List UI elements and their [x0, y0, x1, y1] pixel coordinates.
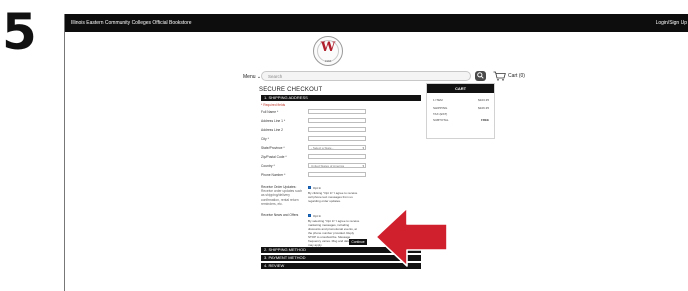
zip-input[interactable]	[308, 154, 366, 159]
cart-row-label: TAX (EST)	[433, 112, 448, 116]
college-logo[interactable]: W 1966	[313, 36, 343, 66]
cart-row-label: SUBTOTAL	[433, 118, 449, 122]
field-label: Phone Number *	[261, 173, 286, 177]
order-updates-description: By clicking "Opt In" I agree to receive …	[308, 191, 358, 203]
section-shipping-address[interactable]: 1. SHIPPING ADDRESS	[261, 95, 421, 101]
top-bar: Illinois Eastern Community Colleges Offi…	[65, 14, 688, 32]
step-number: 5	[2, 3, 37, 61]
logo-letter: W	[320, 40, 336, 55]
browser-screenshot: Illinois Eastern Community Colleges Offi…	[64, 14, 688, 291]
order-updates-optin-label: Opt In	[313, 186, 322, 190]
cart-label: Cart (0)	[508, 73, 525, 79]
login-link[interactable]: Login/Sign Up	[656, 20, 687, 26]
news-offers-optin-label: Opt In	[313, 214, 322, 218]
chevron-down-icon: ▾	[362, 146, 364, 150]
cart-row-value: FREE	[480, 118, 489, 122]
order-updates-checkbox[interactable]	[308, 186, 311, 189]
order-updates-sublabel: Receive order updates such as shipping/d…	[261, 189, 303, 206]
store-name[interactable]: Illinois Eastern Community Colleges Offi…	[71, 20, 192, 26]
address-line-2-input[interactable]	[308, 127, 366, 132]
search-icon	[477, 72, 484, 79]
field-label: Address Line 1 *	[261, 119, 286, 123]
phone-input[interactable]	[308, 172, 366, 177]
full-name-input[interactable]	[308, 109, 366, 114]
cart-row-label: SHIPPING	[433, 106, 448, 110]
field-label: City *	[261, 137, 269, 141]
address-line-1-input[interactable]	[308, 118, 366, 123]
logo-year: 1966	[324, 59, 332, 63]
cart-row-value: $106.35	[478, 106, 489, 110]
callout-arrow-icon	[375, 207, 448, 267]
state-select[interactable]: - Select a State - ▾	[308, 145, 366, 150]
city-input[interactable]	[308, 136, 366, 141]
search-button[interactable]	[475, 71, 486, 81]
news-offers-label: Receive News and Offers	[261, 213, 299, 217]
cart-row-value: $103.35	[478, 98, 489, 102]
cart-row-label: 1 ITEM	[433, 98, 443, 102]
checkout-title: SECURE CHECKOUT	[259, 87, 323, 93]
menu-button[interactable]: Menu ⌄	[243, 74, 261, 80]
chevron-down-icon: ▾	[362, 164, 364, 168]
country-select[interactable]: United States of America ▾	[308, 163, 366, 168]
news-offers-checkbox[interactable]	[308, 214, 311, 217]
required-note: * Required fields	[261, 103, 286, 107]
cart-icon	[493, 71, 506, 81]
cart-title: CART	[427, 84, 494, 93]
search-input[interactable]	[261, 71, 471, 81]
field-label: Address Line 2	[261, 128, 283, 132]
continue-button[interactable]: Continue	[349, 239, 367, 245]
menu-label: Menu	[243, 74, 256, 80]
field-label: State/Province *	[261, 146, 285, 150]
state-select-value: - Select a State -	[311, 146, 334, 150]
field-label: Full Name *	[261, 110, 279, 114]
cart-summary: CART 1 ITEM $103.35 SHIPPING $106.35 TAX…	[426, 83, 495, 139]
field-label: Zip/Postal Code *	[261, 155, 287, 159]
country-select-value: United States of America	[311, 164, 345, 168]
field-label: Country *	[261, 164, 275, 168]
order-updates-label: Receive Order Updates: Receive order upd…	[261, 185, 303, 206]
